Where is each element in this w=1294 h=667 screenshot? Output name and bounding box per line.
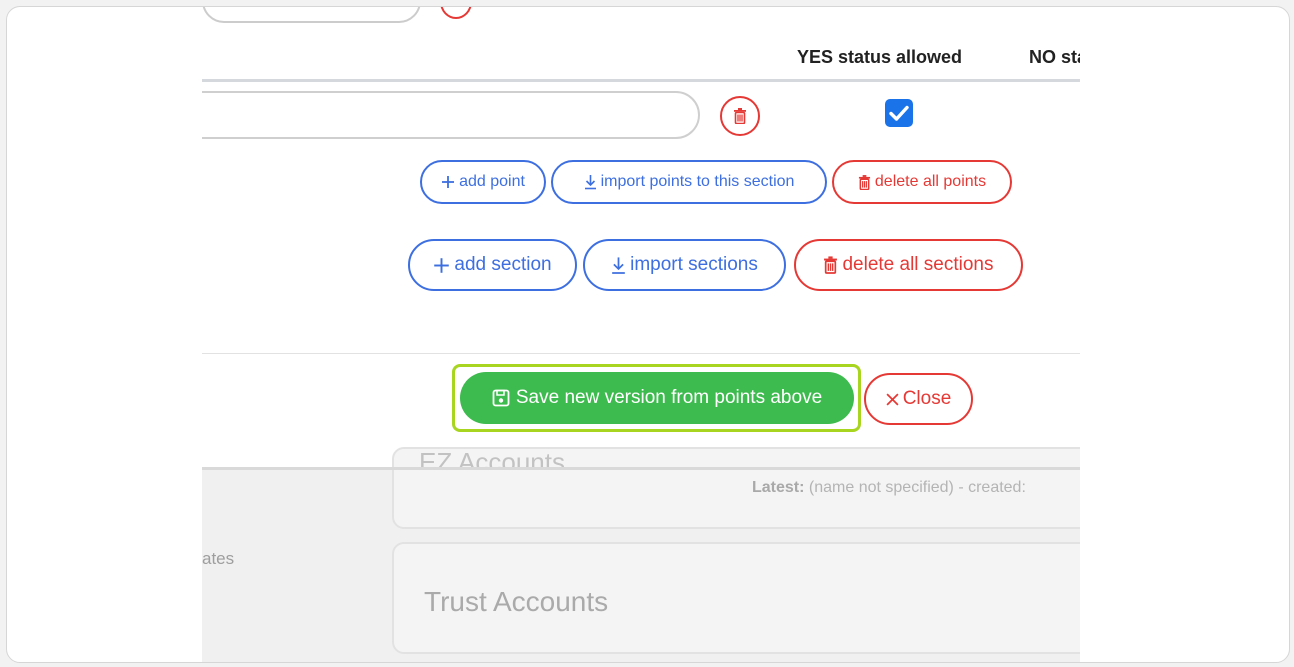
checkmark-icon <box>889 105 909 121</box>
modal-content: YES status allowed NO stat add point imp… <box>202 7 1080 662</box>
download-icon <box>584 174 597 190</box>
add-section-button[interactable]: add section <box>408 239 577 291</box>
close-icon <box>886 392 899 406</box>
download-icon <box>611 256 626 275</box>
modal-bottom-edge <box>202 467 1080 470</box>
trash-icon <box>733 108 747 124</box>
plus-icon <box>433 257 450 274</box>
card-title: Trust Accounts <box>424 586 609 617</box>
delete-all-sections-label: delete all sections <box>842 254 994 275</box>
footer-divider <box>202 353 1080 354</box>
account-card-trust: Trust Accounts <box>392 542 1080 654</box>
latest-info: Latest: (name not specified) - created: <box>752 479 1026 497</box>
delete-all-points-label: delete all points <box>874 173 987 190</box>
floppy-disk-icon <box>492 389 510 407</box>
delete-point-button[interactable] <box>720 96 760 136</box>
previous-delete-point-button[interactable] <box>440 7 472 19</box>
trash-icon <box>823 256 838 274</box>
latest-text: (name not specified) - created: <box>808 479 1026 496</box>
point-name-input[interactable] <box>202 91 700 139</box>
import-sections-button[interactable]: import sections <box>583 239 786 291</box>
yes-status-column-header: YES status allowed <box>797 47 963 67</box>
delete-all-sections-button[interactable]: delete all sections <box>794 239 1023 291</box>
import-sections-label: import sections <box>630 254 758 275</box>
close-label: Close <box>902 388 952 409</box>
delete-all-points-button[interactable]: delete all points <box>832 160 1012 204</box>
add-point-label: add point <box>459 173 525 190</box>
save-new-version-button[interactable]: Save new version from points above <box>460 372 854 424</box>
window-frame: YES status allowed NO stat add point imp… <box>6 6 1290 663</box>
no-status-column-header: NO stat <box>1029 47 1080 67</box>
latest-label: Latest: <box>752 479 805 496</box>
add-point-button[interactable]: add point <box>420 160 546 204</box>
import-points-button[interactable]: import points to this section <box>551 160 827 204</box>
sidebar-fragment-text: ates <box>202 549 235 568</box>
previous-point-input[interactable] <box>202 7 421 23</box>
add-section-label: add section <box>454 254 552 275</box>
header-divider <box>202 79 1080 82</box>
import-points-label: import points to this section <box>600 173 795 190</box>
card-title: EZ Accounts <box>419 447 565 467</box>
close-button[interactable]: Close <box>864 373 973 425</box>
trash-icon <box>858 174 871 190</box>
save-new-version-label: Save new version from points above <box>515 387 823 408</box>
yes-status-checkbox[interactable] <box>885 99 913 127</box>
plus-icon <box>441 175 455 189</box>
